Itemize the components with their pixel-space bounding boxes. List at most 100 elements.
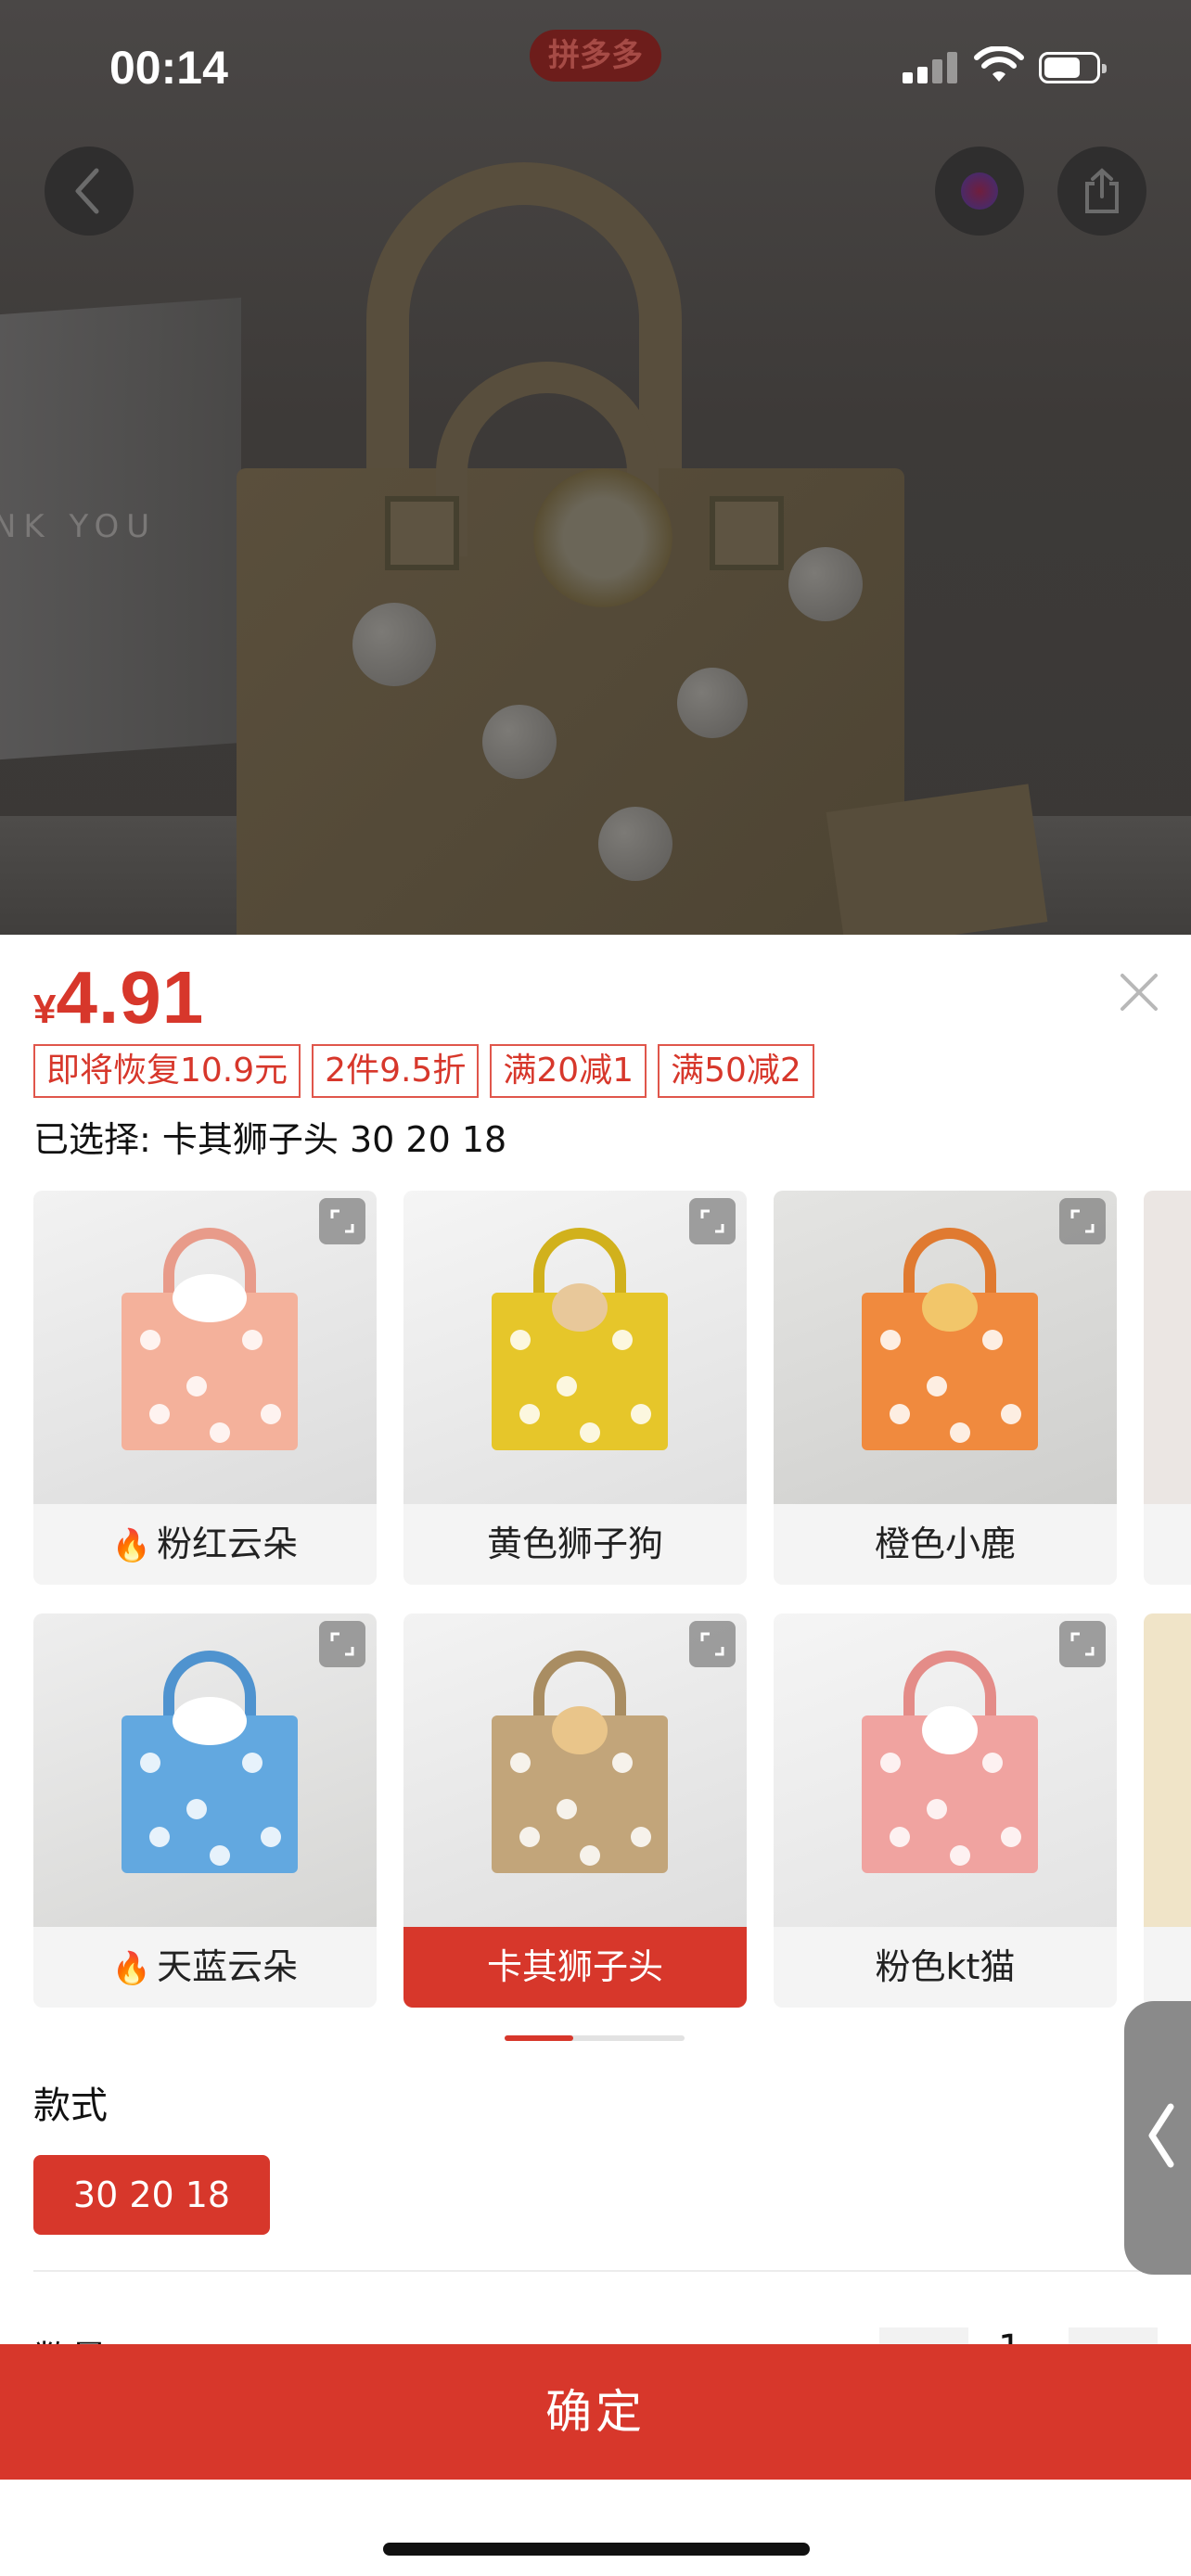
pompom <box>1001 1827 1021 1847</box>
pompom <box>557 1376 577 1396</box>
selected-summary: 已选择: 卡其狮子头 30 20 18 <box>33 1119 507 1160</box>
pompom <box>186 1799 207 1819</box>
variant-image <box>1144 1191 1191 1504</box>
pompom <box>612 1753 633 1773</box>
status-time: 00:14 <box>109 42 228 94</box>
back-button[interactable] <box>45 147 134 236</box>
zoom-button[interactable] <box>689 1198 736 1244</box>
pompom <box>210 1845 230 1866</box>
store-avatar <box>961 172 998 210</box>
product-hero-image: NK YOU <box>0 0 1191 935</box>
sku-selection-sheet: ¥4.91 即将恢复10.9元 2件9.5折 满20减1 满50减2 已选择: … <box>0 935 1191 2576</box>
hero-pompom <box>352 603 436 686</box>
expand-icon <box>700 1632 724 1656</box>
zoom-button[interactable] <box>1059 1621 1106 1667</box>
wifi-icon <box>974 46 1024 82</box>
hero-pompom <box>598 807 672 881</box>
hot-fire-icon: 🔥 <box>111 1527 152 1564</box>
pompom <box>927 1376 947 1396</box>
confirm-button[interactable]: 确定 <box>0 2344 1191 2480</box>
variant-image <box>1144 1613 1191 1927</box>
pompom <box>927 1799 947 1819</box>
hero-lion-ornament <box>533 468 672 607</box>
pompom <box>580 1845 600 1866</box>
pompom <box>186 1376 207 1396</box>
variant-option[interactable]: 🔥 粉红云朵 <box>33 1191 377 1585</box>
hero-pompom <box>482 705 557 779</box>
pompom <box>140 1330 160 1350</box>
pompom <box>149 1404 170 1424</box>
price-value: 4.91 <box>56 956 205 1039</box>
pompom <box>140 1753 160 1773</box>
variant-name: 粉色kt猫 <box>875 1946 1016 1987</box>
variant-name: 橙色小鹿 <box>874 1524 1016 1564</box>
pompom <box>557 1799 577 1819</box>
expand-icon <box>1070 1632 1095 1656</box>
pompom <box>631 1827 651 1847</box>
variant-option-partial[interactable] <box>1144 1613 1191 2008</box>
cloud-ornament <box>173 1274 247 1322</box>
pompom <box>580 1422 600 1443</box>
brand-pill: 拼多多 <box>530 30 661 82</box>
cloud-ornament <box>173 1697 247 1745</box>
variant-option-partial[interactable] <box>1144 1191 1191 1585</box>
pompom <box>631 1404 651 1424</box>
variant-option-selected[interactable]: 卡其狮子头 <box>403 1613 747 2008</box>
variant-name: 天蓝云朵 <box>157 1946 299 1987</box>
variant-option[interactable]: 黄色狮子狗 <box>403 1191 747 1585</box>
promo-tag: 满50减2 <box>658 1044 814 1098</box>
expand-icon <box>330 1632 354 1656</box>
pompom <box>880 1753 901 1773</box>
promo-tag: 2件9.5折 <box>312 1044 480 1098</box>
variant-label <box>1144 1504 1191 1585</box>
pompom <box>242 1330 263 1350</box>
pompom <box>982 1330 1003 1350</box>
variant-label: 黄色狮子狗 <box>403 1504 747 1585</box>
pompom <box>890 1404 910 1424</box>
pompom <box>519 1404 540 1424</box>
deer-ornament <box>922 1283 978 1332</box>
zoom-button[interactable] <box>319 1198 365 1244</box>
pompom <box>950 1845 970 1866</box>
pompom <box>890 1827 910 1847</box>
variant-label: 🔥 粉红云朵 <box>33 1504 377 1585</box>
price: ¥4.91 <box>33 955 204 1040</box>
expand-icon <box>1070 1209 1095 1233</box>
hero-bag-strap <box>710 496 784 570</box>
variant-label: 粉色kt猫 <box>774 1927 1117 2008</box>
promo-tag: 满20减1 <box>490 1044 647 1098</box>
promo-tag: 即将恢复10.9元 <box>33 1044 301 1098</box>
zoom-button[interactable] <box>1059 1198 1106 1244</box>
pompom <box>612 1330 633 1350</box>
pompom <box>510 1330 531 1350</box>
pompom <box>210 1422 230 1443</box>
pompom <box>1001 1404 1021 1424</box>
currency-symbol: ¥ <box>33 987 57 1032</box>
variant-label: 卡其狮子头 <box>403 1927 747 2008</box>
home-indicator <box>383 2543 810 2556</box>
close-icon[interactable] <box>1119 972 1159 1013</box>
hero-bag-strap <box>385 496 459 570</box>
share-icon <box>1085 168 1119 213</box>
share-button[interactable] <box>1057 147 1146 236</box>
variant-option[interactable]: 橙色小鹿 <box>774 1191 1117 1585</box>
cat-ornament <box>922 1706 978 1754</box>
variant-option[interactable]: 粉色kt猫 <box>774 1613 1117 2008</box>
store-avatar-button[interactable] <box>935 147 1024 236</box>
variant-label <box>1144 1927 1191 2008</box>
pompom <box>519 1827 540 1847</box>
style-section-title: 款式 <box>33 2085 108 2127</box>
zoom-button[interactable] <box>319 1621 365 1667</box>
style-option-selected[interactable]: 30 20 18 <box>33 2155 270 2235</box>
signal-icon <box>903 52 958 83</box>
divider <box>33 2270 1158 2272</box>
pompom <box>261 1827 281 1847</box>
promo-tags: 即将恢复10.9元 2件9.5折 满20减1 满50减2 <box>33 1044 814 1098</box>
pompom <box>510 1753 531 1773</box>
pompom <box>242 1753 263 1773</box>
pompom <box>950 1422 970 1443</box>
variant-name: 粉红云朵 <box>157 1524 299 1564</box>
variant-option[interactable]: 🔥 天蓝云朵 <box>33 1613 377 2008</box>
zoom-button[interactable] <box>689 1621 736 1667</box>
side-drawer-handle[interactable] <box>1124 2001 1191 2275</box>
